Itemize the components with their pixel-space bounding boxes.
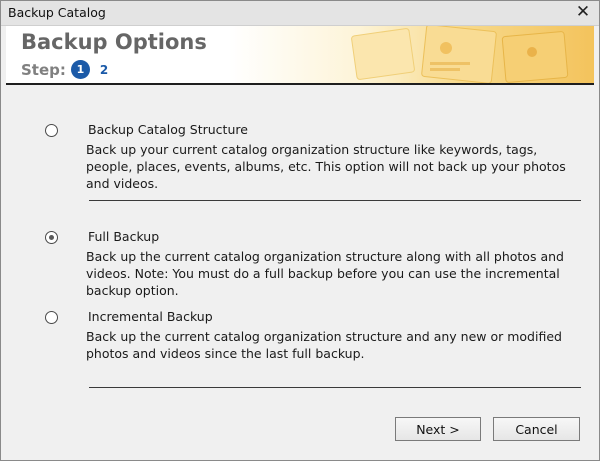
option-description: Back up the current catalog organization…: [86, 329, 562, 361]
radio-incremental-backup[interactable]: [45, 311, 58, 324]
header-banner: Backup Options Step: 1 2: [6, 26, 594, 83]
option-label: Backup Catalog Structure: [88, 122, 248, 137]
radio-catalog-structure[interactable]: [45, 124, 58, 137]
page-title: Backup Options: [21, 30, 207, 54]
step-indicator: Step: 1 2: [21, 60, 108, 79]
window-title: Backup Catalog: [8, 5, 106, 20]
option-label: Full Backup: [88, 229, 160, 244]
radio-selected-dot: [49, 235, 54, 240]
option-description: Back up the current catalog organization…: [86, 249, 564, 298]
separator: [89, 387, 581, 388]
step-1-badge: 1: [70, 60, 90, 79]
step-label: Step:: [21, 60, 66, 79]
option-label: Incremental Backup: [88, 309, 213, 324]
radio-full-backup[interactable]: [45, 231, 58, 244]
separator: [89, 200, 581, 201]
header-divider: [6, 83, 594, 85]
cancel-button[interactable]: Cancel: [493, 417, 580, 441]
title-bar: Backup Catalog ✕: [1, 1, 599, 26]
photo-collage-decoration: [351, 26, 569, 83]
backup-catalog-dialog: Backup Catalog ✕ Backup Options Step: 1 …: [0, 0, 600, 461]
next-button[interactable]: Next >: [395, 417, 481, 441]
option-description: Back up your current catalog organizatio…: [86, 142, 566, 191]
step-2-label: 2: [99, 62, 109, 77]
close-icon[interactable]: ✕: [573, 2, 593, 22]
